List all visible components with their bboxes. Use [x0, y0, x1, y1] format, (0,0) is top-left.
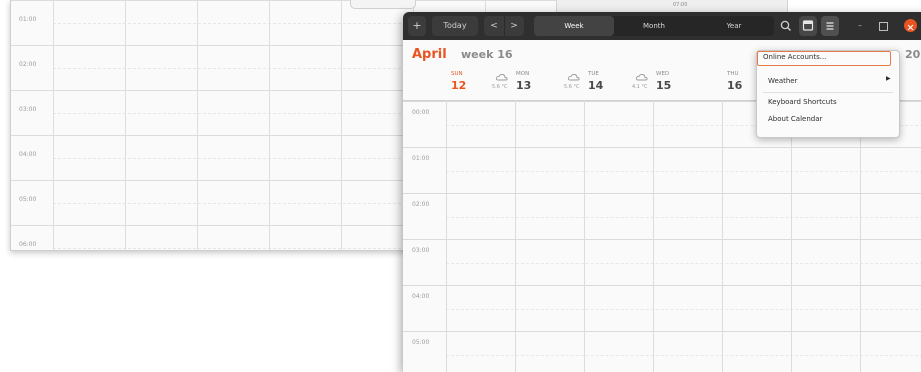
week-title: week 16	[461, 48, 513, 61]
manage-calendars-button[interactable]	[799, 16, 817, 36]
month-title: April	[412, 47, 447, 62]
close-icon	[907, 24, 914, 31]
peek-time-label: 07:00	[673, 2, 688, 8]
submenu-arrow-icon: ▶	[886, 75, 891, 82]
day-column-divider	[197, 0, 198, 250]
tab-month[interactable]: Month	[614, 16, 694, 36]
temperature: 5.6 °C	[564, 84, 580, 90]
menu-item-online-accounts[interactable]: Online Accounts...	[757, 51, 891, 66]
day-column-divider	[584, 100, 585, 372]
menu-item-keyboard-shortcuts[interactable]: Keyboard Shortcuts	[768, 98, 837, 106]
maximize-button[interactable]	[879, 22, 888, 31]
day-abbr: MON	[516, 71, 530, 77]
hour-row: 02:00	[403, 193, 921, 240]
day-number: 13	[516, 79, 532, 92]
main-menu-button[interactable]	[821, 16, 839, 36]
day-column-divider	[125, 0, 126, 250]
day-column-divider	[341, 0, 342, 250]
day-number: 16	[727, 79, 743, 92]
time-label: 01:00	[19, 16, 37, 23]
headerbar: + Today < > Week Month Year –	[403, 12, 921, 40]
view-switcher: Week Month Year	[534, 16, 774, 36]
hour-row: 03:00	[403, 239, 921, 286]
day-column-divider	[860, 100, 861, 372]
day-column-divider	[269, 0, 270, 250]
day-column-divider	[722, 100, 723, 372]
background-popover-edge	[350, 0, 416, 9]
day-column-divider	[515, 100, 516, 372]
navigation-group: < >	[484, 16, 524, 36]
hour-row: 01:00	[403, 147, 921, 194]
time-label: 00:00	[412, 109, 430, 116]
day-number: 14	[588, 79, 604, 92]
menu-item-about-calendar[interactable]: About Calendar	[768, 115, 822, 123]
temperature: 5.6 °C	[492, 84, 508, 90]
time-label: 03:00	[19, 106, 37, 113]
day-column-divider	[446, 100, 447, 372]
time-label: 03:00	[412, 247, 430, 254]
hour-row: 04:00	[403, 285, 921, 332]
day-abbr: WED	[656, 71, 670, 77]
new-event-button[interactable]: +	[408, 16, 426, 36]
day-abbr: THU	[727, 71, 739, 77]
day-column-divider	[653, 100, 654, 372]
day-abbr: SUN	[451, 71, 463, 77]
tab-year[interactable]: Year	[694, 16, 774, 36]
day-column-divider	[53, 0, 54, 250]
time-label: 02:00	[412, 201, 430, 208]
minimize-button[interactable]: –	[855, 21, 865, 31]
time-label: 04:00	[412, 293, 430, 300]
day-abbr: TUE	[588, 71, 599, 77]
cloud-icon	[635, 73, 648, 81]
time-label: 02:00	[19, 61, 37, 68]
time-label: 05:00	[19, 196, 37, 203]
cloud-icon	[567, 73, 580, 81]
menu-item-label: Online Accounts...	[763, 53, 827, 61]
tab-week[interactable]: Week	[534, 16, 614, 36]
main-menu-popover: Online Accounts... Weather ▶ Keyboard Sh…	[756, 50, 900, 138]
hamburger-menu-icon	[826, 22, 834, 30]
time-label: 01:00	[412, 155, 430, 162]
day-column-divider	[791, 100, 792, 372]
next-button[interactable]: >	[504, 16, 524, 36]
search-button[interactable]	[777, 16, 795, 36]
search-icon	[780, 20, 791, 31]
menu-item-weather[interactable]: Weather	[768, 77, 797, 85]
year-title: 20	[905, 48, 921, 61]
calendar-icon	[802, 20, 814, 31]
hour-row: 05:00	[403, 331, 921, 372]
previous-button[interactable]: <	[484, 16, 505, 36]
time-label: 05:00	[412, 339, 430, 346]
day-number: 15	[656, 79, 672, 92]
week-grid[interactable]: 00:00 01:00 02:00 03:00 04:00 05:00	[403, 100, 921, 372]
close-button[interactable]	[904, 19, 917, 32]
time-label: 06:00	[19, 241, 37, 248]
cloud-icon	[495, 73, 508, 81]
temperature: 4.1 °C	[632, 84, 648, 90]
day-number: 12	[451, 79, 467, 92]
today-button[interactable]: Today	[432, 16, 478, 36]
menu-separator	[763, 92, 893, 93]
time-label: 04:00	[19, 151, 37, 158]
